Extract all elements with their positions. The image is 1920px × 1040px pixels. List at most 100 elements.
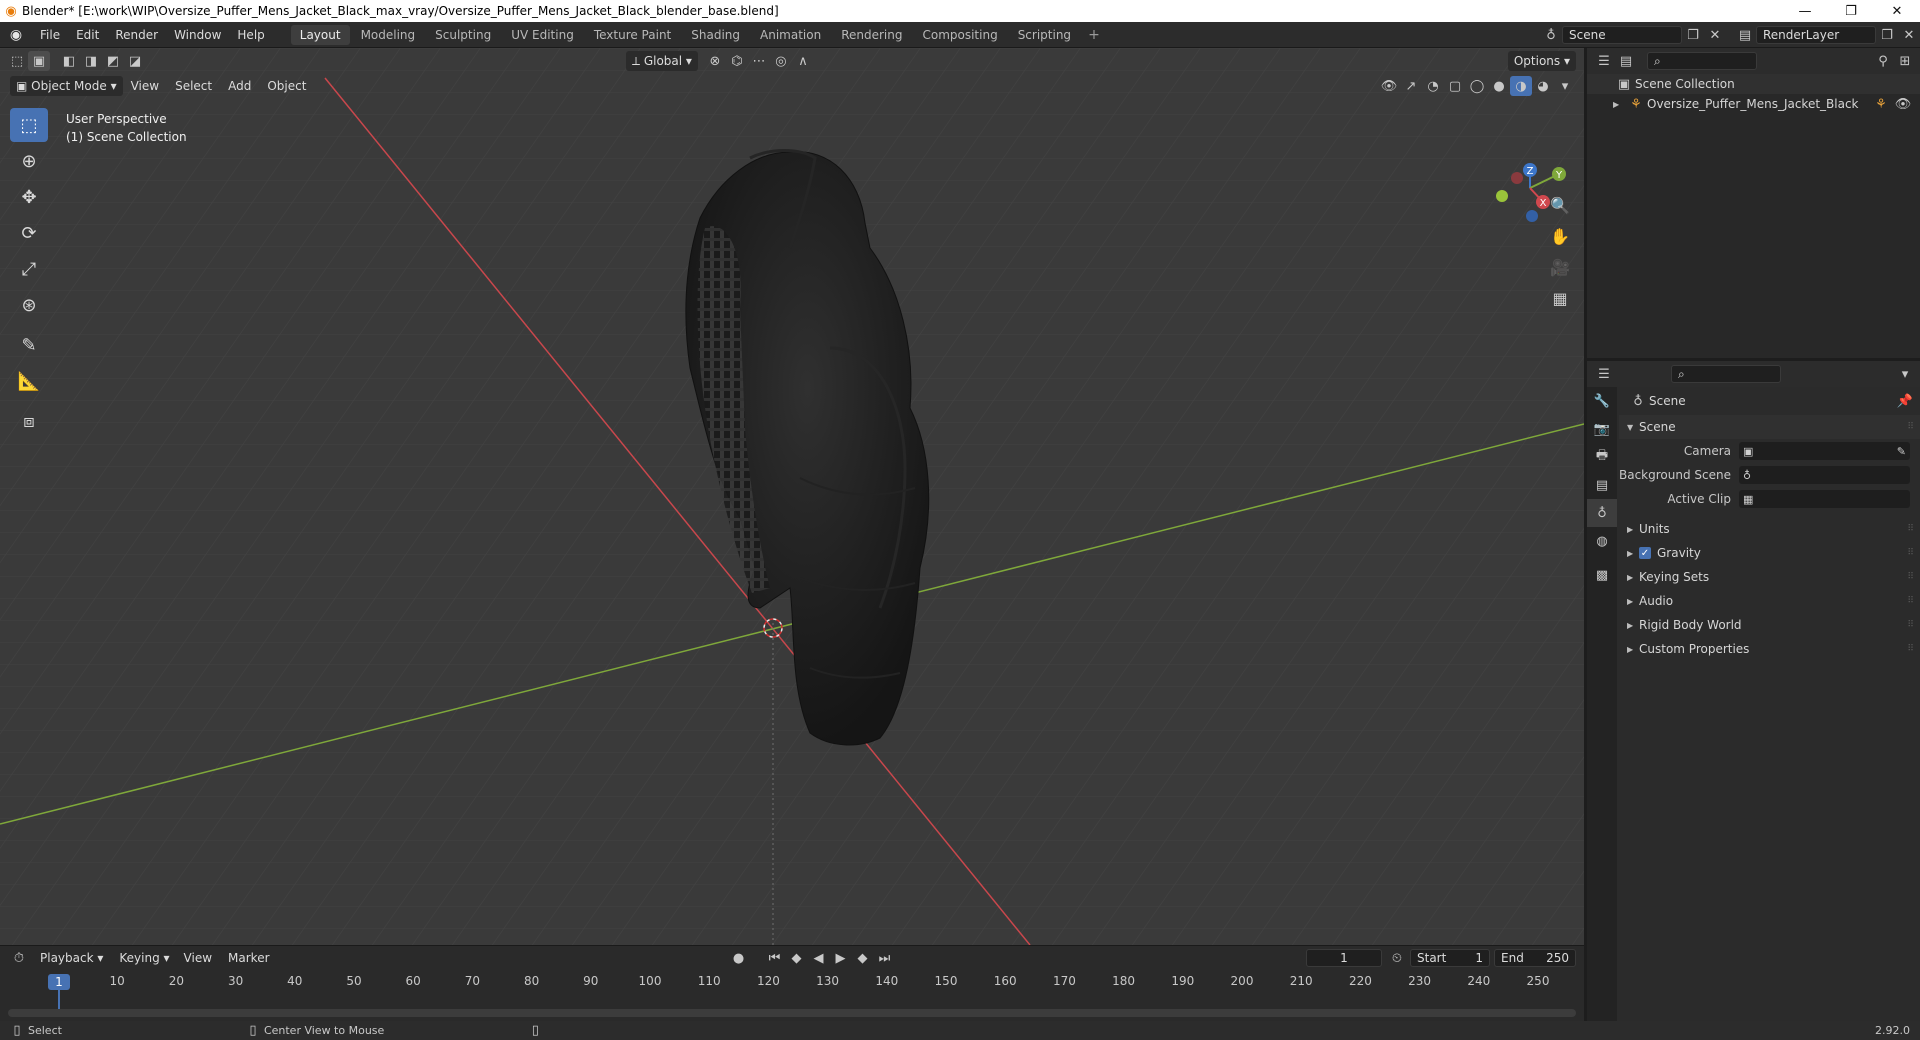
gizmo-toggle-icon[interactable]: ↗	[1400, 76, 1422, 96]
outliner-search-input[interactable]: ⌕	[1647, 52, 1757, 70]
view-layer-tab-icon[interactable]: ▤	[1587, 471, 1617, 499]
scene-tab-icon[interactable]: ♁	[1587, 499, 1617, 527]
tab-shading[interactable]: Shading	[682, 25, 749, 45]
xray-toggle-icon[interactable]: ▢	[1444, 76, 1466, 96]
pivot-icon[interactable]: ⊗	[704, 51, 726, 71]
rendered-shading-icon[interactable]: ◕	[1532, 76, 1554, 96]
pin-icon[interactable]: 📌	[1894, 391, 1916, 411]
move-tool-icon[interactable]: ✥	[10, 180, 48, 214]
properties-search-input[interactable]: ⌕	[1671, 365, 1781, 383]
select-mode-subtract-icon[interactable]: ◩	[102, 51, 124, 71]
camera-view-icon[interactable]: 🎥	[1545, 252, 1575, 282]
output-tab-icon[interactable]: 🖶	[1587, 443, 1617, 471]
wireframe-shading-icon[interactable]: ◯	[1466, 76, 1488, 96]
timeline-menu-keying[interactable]: Keying ▾	[113, 948, 175, 968]
select-mode-invert-icon[interactable]: ◪	[124, 51, 146, 71]
falloff-icon[interactable]: ∧	[792, 51, 814, 71]
outliner-item[interactable]: ▶ ⚘ Oversize_Puffer_Mens_Jacket_Black ⚘ …	[1587, 94, 1920, 114]
editor-type-icon[interactable]: ⬚	[6, 51, 28, 71]
ortho-grid-icon[interactable]: ▦	[1545, 283, 1575, 313]
scene-section-header[interactable]: ▼ Scene ⠿	[1619, 415, 1920, 439]
texture-tab-icon[interactable]: ▩	[1587, 561, 1617, 589]
tab-scripting[interactable]: Scripting	[1009, 25, 1080, 45]
delete-scene-icon[interactable]: ✕	[1704, 25, 1726, 45]
close-button[interactable]: ✕	[1874, 0, 1920, 22]
tab-rendering[interactable]: Rendering	[832, 25, 911, 45]
timeline-ruler[interactable]: 10 20 30 40 50 60 70 80 90 100 110 120 130 140 150 160 1…	[0, 970, 1584, 994]
menu-window[interactable]: Window	[166, 22, 229, 48]
blender-menu-icon[interactable]: ◉	[0, 27, 32, 43]
expand-arrow-icon[interactable]: ▶	[1613, 100, 1625, 109]
scale-tool-icon[interactable]: ⤢	[10, 252, 48, 286]
properties-options-icon[interactable]: ▾	[1894, 364, 1916, 384]
tab-compositing[interactable]: Compositing	[913, 25, 1006, 45]
properties-editor-type-icon[interactable]: ☰	[1593, 364, 1615, 384]
eyedropper-icon[interactable]: ✎	[1897, 445, 1906, 458]
scene-field[interactable]: Scene	[1562, 26, 1682, 44]
jump-start-icon[interactable]: ⏮	[764, 948, 786, 968]
preview-range-icon[interactable]: ⏲	[1386, 948, 1408, 968]
new-renderlayer-icon[interactable]: ❐	[1876, 25, 1898, 45]
menu-edit[interactable]: Edit	[68, 22, 107, 48]
cursor-tool-icon[interactable]: ⊕	[10, 144, 48, 178]
jump-end-icon[interactable]: ⏭	[874, 948, 896, 968]
jump-keyframe-back-icon[interactable]: ◆	[786, 948, 808, 968]
play-icon[interactable]: ▶	[830, 948, 852, 968]
new-scene-icon[interactable]: ❐	[1682, 25, 1704, 45]
menu-render[interactable]: Render	[107, 22, 166, 48]
delete-renderlayer-icon[interactable]: ✕	[1898, 25, 1920, 45]
keying-sets-panel[interactable]: ▶ Keying Sets ⠿	[1619, 565, 1920, 589]
timeline-menu-marker[interactable]: Marker	[220, 951, 277, 965]
mode-dropdown[interactable]: ▣ Object Mode ▾	[10, 76, 123, 96]
tab-layout[interactable]: Layout	[290, 24, 350, 45]
tab-sculpting[interactable]: Sculpting	[426, 25, 500, 45]
tab-texture-paint[interactable]: Texture Paint	[585, 25, 680, 45]
renderlayer-icon[interactable]: ▤	[1734, 25, 1756, 45]
rotate-tool-icon[interactable]: ⟳	[10, 216, 48, 250]
shading-options-icon[interactable]: ▾	[1554, 76, 1576, 96]
pan-hand-icon[interactable]: ✋	[1545, 221, 1575, 251]
scene-icon[interactable]: ♁	[1540, 25, 1562, 45]
active-clip-field[interactable]: ▦	[1739, 490, 1910, 508]
transform-orientation-dropdown[interactable]: ⟂ Global ▾	[626, 51, 698, 71]
menu-file[interactable]: File	[32, 22, 68, 48]
select-tool-icon[interactable]: ⬚	[10, 108, 48, 142]
eye-visibility-icon[interactable]: 👁	[1892, 94, 1914, 114]
background-scene-field[interactable]: ♁	[1739, 466, 1910, 484]
material-shading-icon[interactable]: ◑	[1510, 76, 1532, 96]
outliner-filter-icon[interactable]: ⚲	[1872, 51, 1894, 71]
viewport-menu-object[interactable]: Object	[259, 79, 314, 93]
tab-animation[interactable]: Animation	[751, 25, 830, 45]
add-workspace-icon[interactable]: +	[1082, 27, 1106, 43]
measure-tool-icon[interactable]: 📐	[10, 364, 48, 398]
units-panel[interactable]: ▶ Units ⠿	[1619, 517, 1920, 541]
outliner-display-mode-icon[interactable]: ▤	[1615, 51, 1637, 71]
options-dropdown[interactable]: Options ▾	[1507, 51, 1576, 71]
world-tab-icon[interactable]: ◍	[1587, 527, 1617, 555]
jump-keyframe-forward-icon[interactable]: ◆	[852, 948, 874, 968]
proportional-edit-icon[interactable]: ◎	[770, 51, 792, 71]
current-frame-field[interactable]: 1	[1306, 949, 1382, 967]
rigid-body-world-panel[interactable]: ▶ Rigid Body World ⠿	[1619, 613, 1920, 637]
overlay-toggle-icon[interactable]: ◔	[1422, 76, 1444, 96]
menu-help[interactable]: Help	[229, 22, 272, 48]
timeline-menu-view[interactable]: View	[176, 951, 220, 965]
select-mode-extend-icon[interactable]: ◨	[80, 51, 102, 71]
timeline-scrollbar[interactable]	[8, 1009, 1576, 1017]
solid-shading-icon[interactable]: ●	[1488, 76, 1510, 96]
zoom-icon[interactable]: 🔍	[1545, 190, 1575, 220]
audio-panel[interactable]: ▶ Audio ⠿	[1619, 589, 1920, 613]
camera-field[interactable]: ▣ ✎	[1739, 442, 1910, 460]
play-reverse-icon[interactable]: ◀	[808, 948, 830, 968]
viewport-menu-select[interactable]: Select	[167, 79, 220, 93]
minimize-button[interactable]: —	[1782, 0, 1828, 22]
transform-tool-icon[interactable]: ⊛	[10, 288, 48, 322]
annotate-tool-icon[interactable]: ✎	[10, 328, 48, 362]
tab-modeling[interactable]: Modeling	[352, 25, 425, 45]
record-icon[interactable]: ●	[728, 948, 750, 968]
add-cube-tool-icon[interactable]: ⧈	[10, 404, 48, 438]
new-collection-icon[interactable]: ⊞	[1894, 51, 1916, 71]
tool-tab-icon[interactable]: 🔧	[1587, 387, 1617, 415]
custom-properties-panel[interactable]: ▶ Custom Properties ⠿	[1619, 637, 1920, 661]
outliner-scene-collection[interactable]: ▣ Scene Collection	[1587, 74, 1920, 94]
